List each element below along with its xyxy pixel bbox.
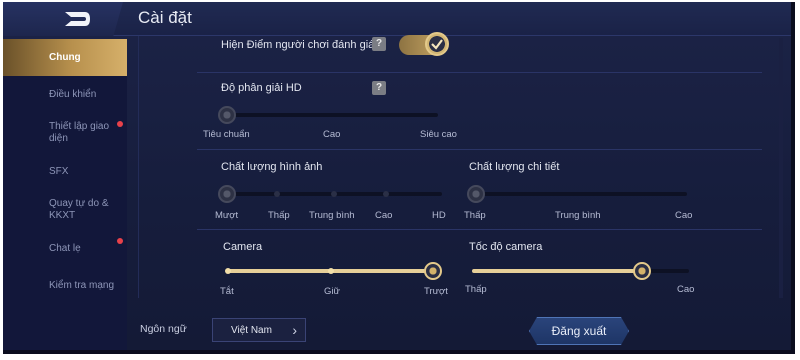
slider-tick xyxy=(383,191,389,197)
slider-thumb[interactable] xyxy=(424,262,442,280)
show-rating-label: Hiện Điểm người chơi đánh giá xyxy=(221,39,375,51)
slider-fill xyxy=(472,269,642,273)
slider-tick xyxy=(331,191,337,197)
image-quality-label: Chất lượng hình ảnh xyxy=(221,161,323,173)
checkmark-icon xyxy=(431,39,443,50)
notification-badge xyxy=(117,238,123,244)
help-icon[interactable]: ? xyxy=(372,37,386,51)
camera-speed-slider[interactable] xyxy=(472,262,689,280)
detail-quality-option[interactable]: Cao xyxy=(675,210,692,221)
sidebar-item-dieu-khien[interactable]: Điều khiển xyxy=(3,76,127,113)
slider-thumb[interactable] xyxy=(218,185,236,203)
language-label: Ngôn ngữ xyxy=(140,323,187,335)
chevron-right-icon: › xyxy=(292,322,297,338)
slider-tick xyxy=(225,268,231,274)
camera-speed-min-label: Thấp xyxy=(465,284,487,295)
detail-quality-label: Chất lượng chi tiết xyxy=(469,161,560,173)
sidebar-item-label: Điều khiển xyxy=(49,88,97,100)
sidebar-item-thiet-lap-giao-dien[interactable]: Thiết lập giao diện xyxy=(3,113,127,153)
sidebar-item-label: Chat lẹ xyxy=(49,242,81,254)
sidebar-item-label: Kiểm tra mạng xyxy=(49,279,115,291)
settings-panel: Hiện Điểm người chơi đánh giá ? Độ phân … xyxy=(138,32,773,298)
sidebar-item-chat-le[interactable]: Chat lẹ xyxy=(3,230,127,267)
image-quality-option[interactable]: HD xyxy=(432,210,446,221)
sidebar-item-kiem-tra-mang[interactable]: Kiểm tra mạng xyxy=(3,267,127,304)
image-quality-option[interactable]: Thấp xyxy=(268,210,290,221)
sidebar-item-quay-tu-do[interactable]: Quay tự do & KKXT xyxy=(3,190,127,230)
camera-label: Camera xyxy=(223,241,263,253)
sidebar-item-sfx[interactable]: SFX xyxy=(3,153,127,190)
divider xyxy=(197,72,762,73)
slider-tick xyxy=(328,268,334,274)
language-value: Việt Nam xyxy=(231,325,272,336)
back-arrow-icon xyxy=(65,12,90,26)
detail-quality-option[interactable]: Thấp xyxy=(464,210,486,221)
sidebar-item-chung[interactable]: Chung xyxy=(3,39,127,76)
camera-speed-label: Tốc độ camera xyxy=(469,241,543,253)
camera-option[interactable]: Giữ xyxy=(324,286,340,297)
resolution-slider[interactable] xyxy=(218,106,438,124)
image-quality-option[interactable]: Mượt xyxy=(215,210,238,221)
back-button[interactable] xyxy=(3,2,123,36)
image-quality-option[interactable]: Trung bình xyxy=(309,210,355,221)
camera-option[interactable]: Tắt xyxy=(220,286,234,297)
divider xyxy=(197,149,762,150)
resolution-option[interactable]: Siêu cao xyxy=(420,129,457,140)
image-quality-option[interactable]: Cao xyxy=(375,210,392,221)
camera-slider[interactable] xyxy=(225,262,442,280)
detail-quality-slider[interactable] xyxy=(467,185,687,203)
resolution-option[interactable]: Tiêu chuẩn xyxy=(203,129,250,140)
notification-badge xyxy=(117,121,123,127)
image-quality-slider[interactable] xyxy=(218,185,442,203)
resolution-option[interactable]: Cao xyxy=(323,129,340,140)
detail-quality-option[interactable]: Trung bình xyxy=(555,210,601,221)
header-bar: Cài đặt xyxy=(3,2,791,36)
divider xyxy=(197,229,762,230)
show-rating-toggle[interactable] xyxy=(399,32,449,56)
sidebar-item-label: Chung xyxy=(49,51,81,63)
logout-button[interactable]: Đăng xuất xyxy=(529,317,629,345)
toggle-knob xyxy=(425,32,449,56)
slider-tick xyxy=(274,191,280,197)
sidebar-item-label: Quay tự do & KKXT xyxy=(49,198,109,221)
footer-bar: Ngôn ngữ Việt Nam › Đăng xuất xyxy=(127,302,775,354)
help-icon[interactable]: ? xyxy=(372,81,386,95)
slider-thumb[interactable] xyxy=(467,185,485,203)
settings-window: Cài đặt Chung Điều khiển Thiết lập giao … xyxy=(3,2,795,354)
slider-thumb[interactable] xyxy=(633,262,651,280)
page-title: Cài đặt xyxy=(138,8,192,27)
sidebar-item-label: SFX xyxy=(49,165,69,177)
scrollbar[interactable] xyxy=(779,38,783,298)
slider-thumb[interactable] xyxy=(218,106,236,124)
sidebar: Chung Điều khiển Thiết lập giao diện SFX… xyxy=(3,39,127,350)
camera-speed-max-label: Cao xyxy=(677,284,695,295)
resolution-label: Độ phân giải HD xyxy=(221,82,302,94)
language-select[interactable]: Việt Nam › xyxy=(212,318,306,342)
camera-option[interactable]: Trượt xyxy=(424,286,448,297)
sidebar-item-label: Thiết lập giao diện xyxy=(49,121,110,144)
